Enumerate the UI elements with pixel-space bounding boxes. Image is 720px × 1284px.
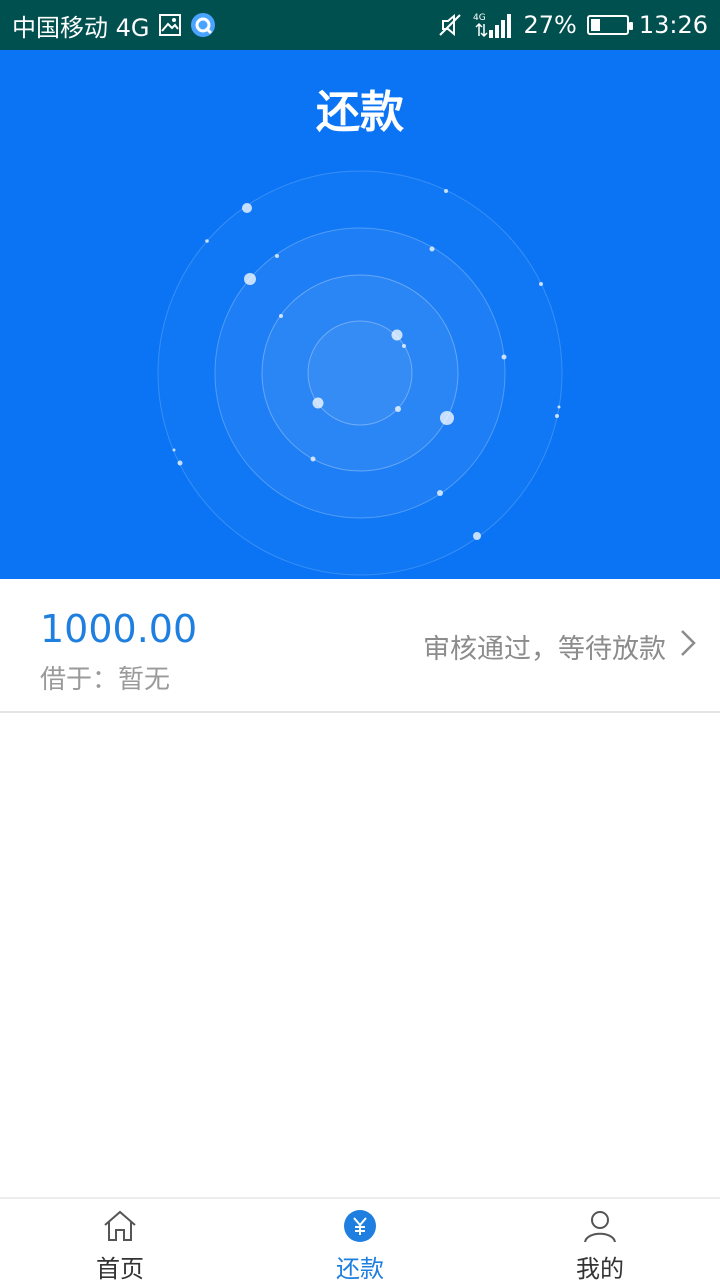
user-icon (582, 1209, 618, 1247)
loan-status-text: 审核通过，等待放款 (423, 634, 666, 665)
loan-status-link[interactable]: 审核通过，等待放款 (423, 627, 696, 666)
bottom-nav: 首页 还款 我的 (0, 1197, 720, 1283)
borrow-label: 借于： (40, 665, 119, 695)
loan-card[interactable]: 1000.00 借于： 暂无 审核通过，等待放款 (0, 579, 720, 713)
network-type-label: 4G (473, 13, 486, 23)
status-bar: 中国移动 4G 4G 27% 13:26 (0, 0, 720, 50)
app-notification-icon (190, 12, 216, 38)
nav-item-repay[interactable]: 还款 (240, 1199, 480, 1283)
battery-fill (590, 19, 600, 31)
chevron-right-icon (680, 629, 696, 664)
header-banner: 还款 (0, 50, 720, 579)
battery-icon (586, 15, 633, 35)
signal-icon: 4G (473, 10, 513, 40)
nav-label-mine: 我的 (576, 1255, 624, 1283)
loan-amount: 1000.00 (40, 607, 198, 651)
status-left: 中国移动 4G (12, 0, 216, 50)
nav-item-mine[interactable]: 我的 (480, 1199, 720, 1283)
nav-item-home[interactable]: 首页 (0, 1199, 240, 1283)
clock: 13:26 (638, 11, 708, 39)
home-icon (102, 1209, 138, 1247)
nav-label-home: 首页 (96, 1255, 144, 1283)
image-notification-icon (158, 13, 182, 37)
nav-label-repay: 还款 (336, 1255, 384, 1283)
borrow-date-line: 借于： 暂无 (40, 659, 170, 696)
silent-mode-icon (437, 12, 463, 38)
repay-yuan-icon (342, 1209, 378, 1247)
battery-percent: 27% (523, 11, 577, 39)
borrow-value: 暂无 (118, 665, 171, 695)
status-right: 4G 27% 13:26 (437, 0, 708, 50)
page-title: 还款 (316, 87, 404, 138)
carrier-text: 中国移动 4G (12, 13, 150, 42)
